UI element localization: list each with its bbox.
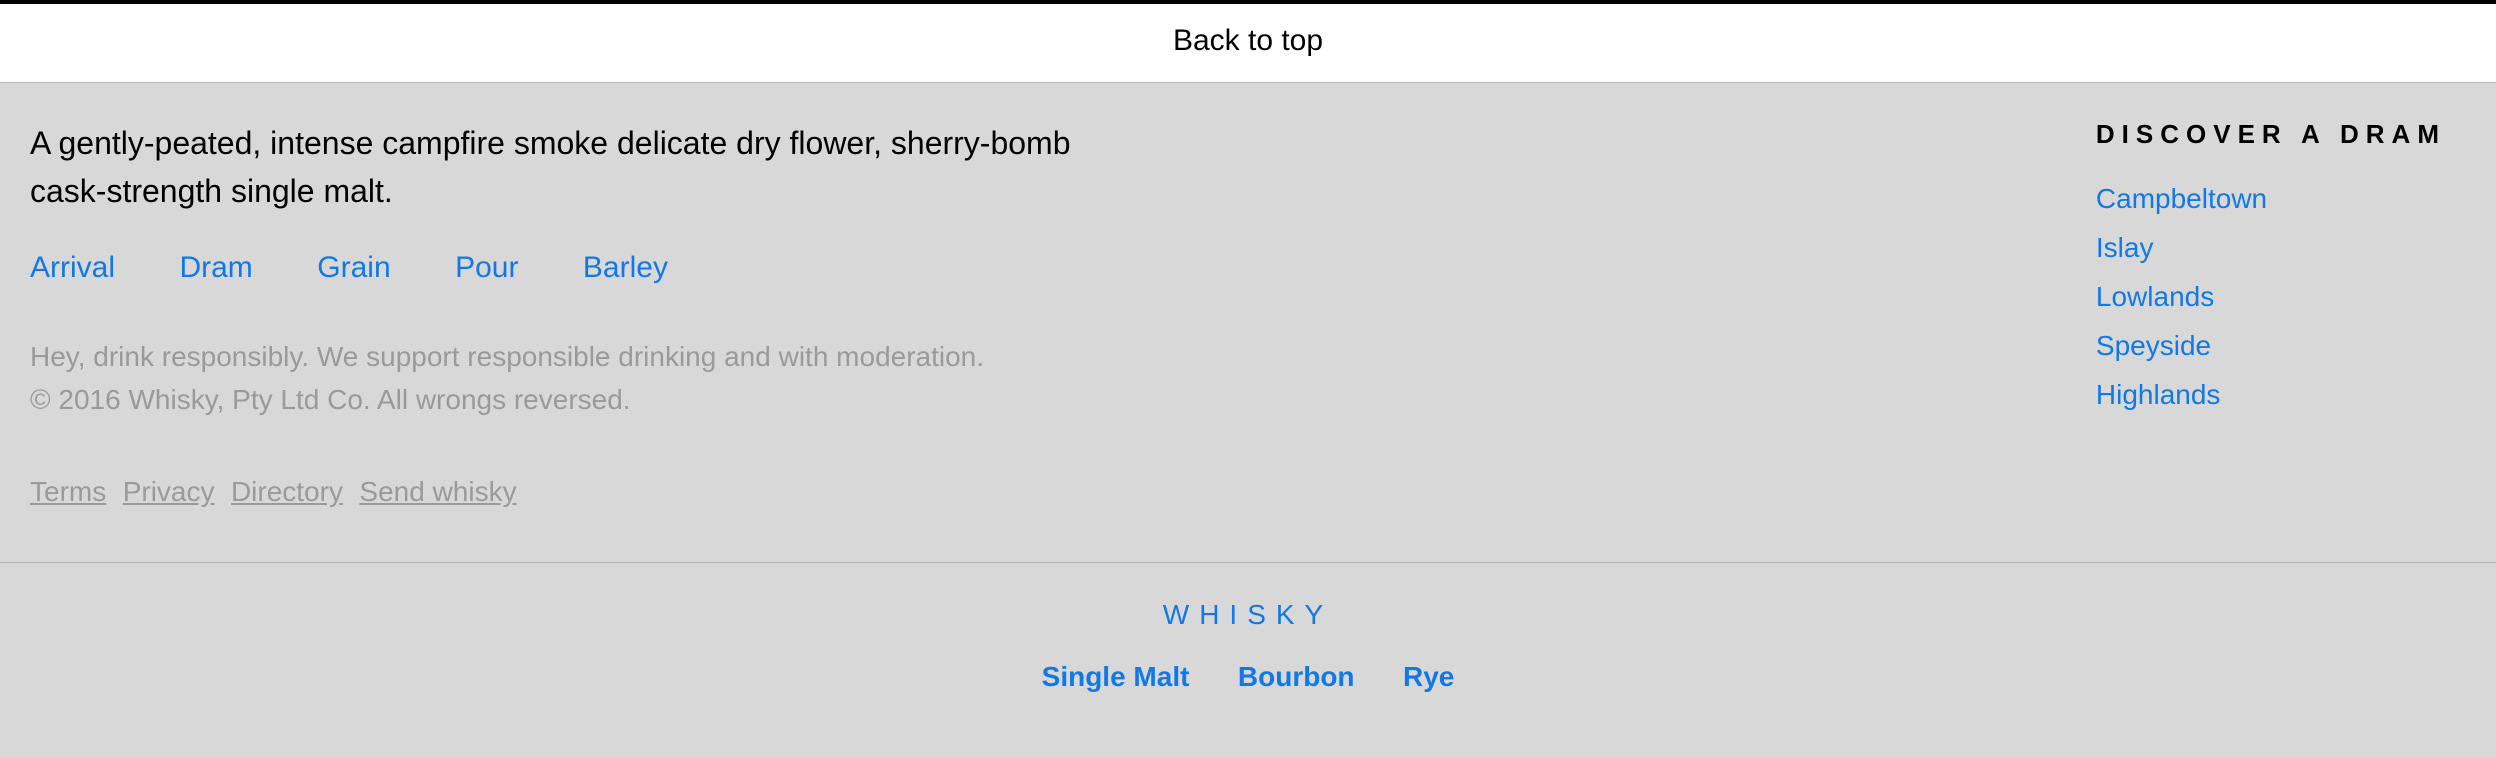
legal-send-whisky[interactable]: Send whisky [359,476,516,507]
footer-left-column: A gently-peated, intense campfire smoke … [30,119,1130,508]
bottom-nav-bourbon[interactable]: Bourbon [1238,661,1355,692]
disclaimer-line-1: Hey, drink responsibly. We support respo… [30,335,1130,378]
nav-grain[interactable]: Grain [317,251,390,284]
brand-wordmark: WHISKY [0,599,2496,631]
nav-dram[interactable]: Dram [179,251,252,284]
legal-privacy[interactable]: Privacy [123,476,215,507]
primary-nav: Arrival Dram Grain Pour Barley [30,251,1130,285]
disclaimer: Hey, drink responsibly. We support respo… [30,335,1130,422]
nav-arrival[interactable]: Arrival [30,251,115,284]
back-to-top-link[interactable]: Back to top [1173,24,1323,57]
bottom-nav-rye[interactable]: Rye [1403,661,1454,692]
legal-terms[interactable]: Terms [30,476,106,507]
discover-heading: DISCOVER A DRAM [2096,119,2446,150]
bottom-nav-single-malt[interactable]: Single Malt [1042,661,1190,692]
bottom-nav: Single Malt Bourbon Rye [0,661,2496,693]
back-to-top-bar: Back to top [0,0,2496,83]
discover-list: Campbeltown Islay Lowlands Speyside High… [2096,174,2446,419]
footer-main: A gently-peated, intense campfire smoke … [0,83,2496,563]
discover-speyside[interactable]: Speyside [2096,321,2446,370]
nav-barley[interactable]: Barley [583,251,668,284]
discover-lowlands[interactable]: Lowlands [2096,272,2446,321]
legal-directory[interactable]: Directory [231,476,343,507]
tagline-text: A gently-peated, intense campfire smoke … [30,119,1130,215]
disclaimer-line-2: © 2016 Whisky, Pty Ltd Co. All wrongs re… [30,378,1130,421]
nav-pour[interactable]: Pour [455,251,518,284]
discover-column: DISCOVER A DRAM Campbeltown Islay Lowlan… [2096,119,2466,508]
legal-links: Terms Privacy Directory Send whisky [30,476,1130,508]
footer-bottom: WHISKY Single Malt Bourbon Rye [0,563,2496,703]
discover-highlands[interactable]: Highlands [2096,370,2446,419]
discover-campbeltown[interactable]: Campbeltown [2096,174,2446,223]
discover-islay[interactable]: Islay [2096,223,2446,272]
